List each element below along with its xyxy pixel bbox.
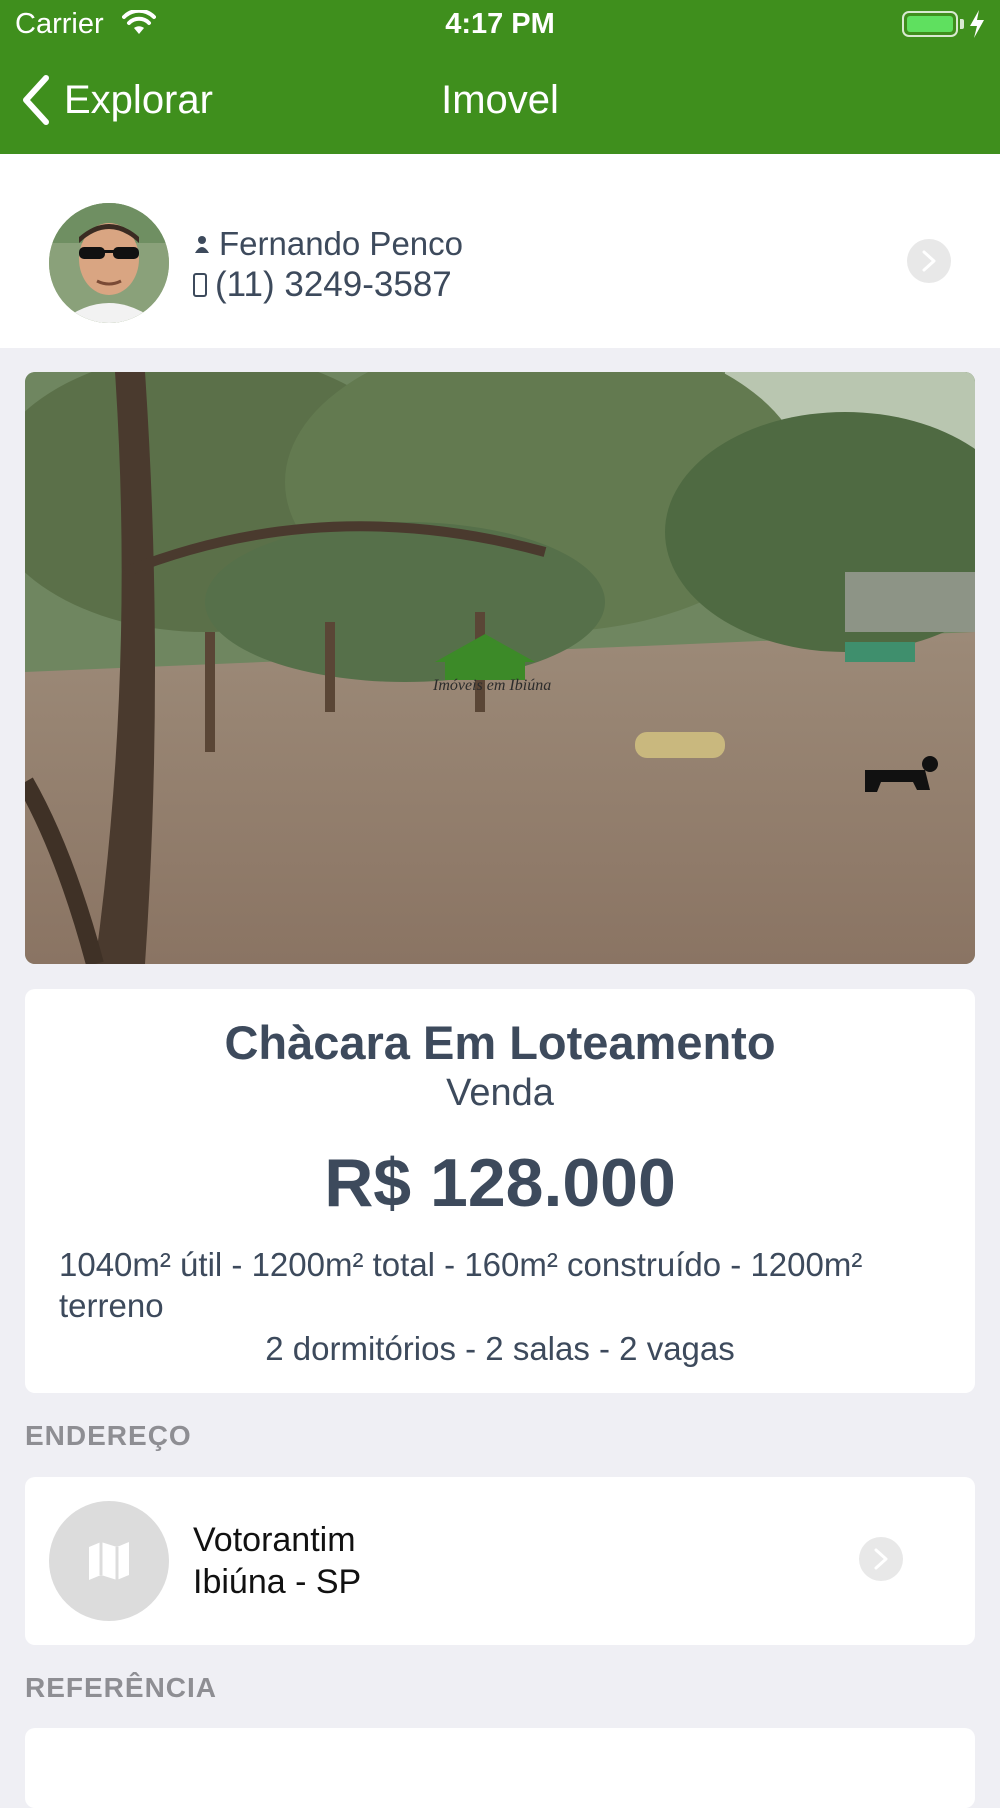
address-section-label: ENDEREÇO	[25, 1420, 192, 1451]
person-icon	[195, 236, 209, 253]
battery-tip	[960, 19, 964, 29]
property-rooms: 2 dormitórios - 2 salas - 2 vagas	[265, 1330, 735, 1367]
reference-card	[25, 1728, 975, 1808]
agent-phone-row[interactable]: (11) 3249-3587	[193, 265, 452, 305]
charging-icon	[970, 10, 984, 38]
property-photo[interactable]: Imóveis em Ibiúna	[25, 372, 975, 964]
property-details-card: Chàcara Em Loteamento Venda R$ 128.000 1…	[25, 989, 975, 1393]
watermark-text: Imóveis em Ibiúna	[432, 677, 551, 694]
address-line-2: Ibiúna - SP	[193, 1563, 362, 1601]
address-card[interactable]: Votorantim Ibiúna - SP	[25, 1477, 975, 1645]
agent-card[interactable]: Fernando Penco (11) 3249-3587	[25, 179, 975, 347]
agent-name: Fernando Penco	[219, 225, 464, 262]
mobile-phone-icon	[193, 273, 207, 297]
property-transaction: Venda	[446, 1072, 554, 1114]
battery-icon	[902, 11, 958, 37]
agent-phone: (11) 3249-3587	[215, 265, 452, 304]
property-price: R$ 128.000	[324, 1145, 676, 1221]
address-disclosure-icon[interactable]	[859, 1537, 903, 1581]
page-title: Imovel	[441, 78, 559, 122]
navigation-header: Carrier 4:17 PM Explorar Imovel	[0, 0, 1000, 154]
clock: 4:17 PM	[445, 8, 555, 40]
status-bar: Carrier 4:17 PM	[0, 0, 1000, 50]
property-title: Chàcara Em Loteamento	[224, 1016, 776, 1069]
reference-section-label: REFERÊNCIA	[25, 1672, 218, 1703]
agent-avatar	[49, 203, 169, 323]
map-icon	[89, 1542, 129, 1580]
property-photo-image: Imóveis em Ibiúna	[25, 372, 975, 964]
property-areas: 1040m² útil - 1200m² total - 160m² const…	[59, 1246, 863, 1324]
map-thumbnail	[49, 1501, 169, 1621]
agent-disclosure-icon[interactable]	[907, 239, 951, 283]
address-line-1: Votorantim	[193, 1521, 356, 1559]
agent-name-row: Fernando Penco	[193, 225, 463, 263]
